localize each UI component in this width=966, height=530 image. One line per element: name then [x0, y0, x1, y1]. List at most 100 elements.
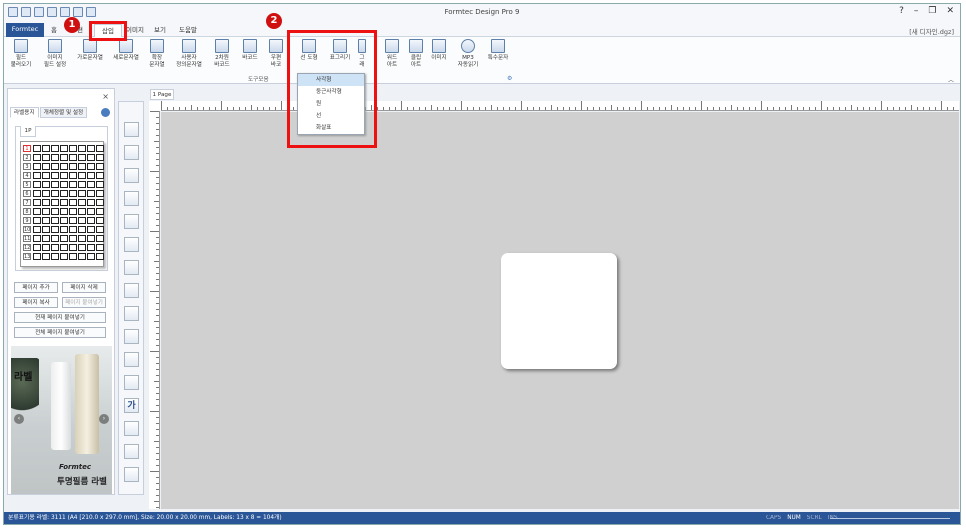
row-number[interactable]: 9 — [23, 217, 31, 224]
label-cell[interactable] — [42, 217, 50, 224]
frame-tool-icon[interactable] — [124, 191, 139, 206]
image-field-tool-icon[interactable] — [124, 168, 139, 183]
row-number[interactable]: 11 — [23, 235, 31, 242]
label-cell[interactable] — [78, 190, 86, 197]
row-number[interactable]: 4 — [23, 172, 31, 179]
label-cell[interactable] — [78, 145, 86, 152]
extended-text-button[interactable]: 확장 문자열 — [146, 39, 168, 68]
label-cell[interactable] — [51, 190, 59, 197]
label-cell[interactable] — [33, 181, 41, 188]
label-cell[interactable] — [78, 154, 86, 161]
label-cell[interactable] — [78, 163, 86, 170]
label-cell[interactable] — [78, 217, 86, 224]
graph-tool-icon[interactable] — [124, 375, 139, 390]
checkbox-tool-icon[interactable] — [124, 122, 139, 137]
label-cell[interactable] — [51, 199, 59, 206]
mp3-tool-icon[interactable] — [124, 467, 139, 482]
canvas-page-tab[interactable]: 1 Page — [150, 89, 174, 100]
picture-tool-icon[interactable] — [124, 145, 139, 160]
minimize-icon[interactable]: – — [914, 6, 919, 16]
label-cell[interactable] — [78, 181, 86, 188]
label-cell[interactable] — [33, 226, 41, 233]
label-cell[interactable] — [42, 145, 50, 152]
label-cell[interactable] — [51, 235, 59, 242]
label-cell[interactable] — [51, 163, 59, 170]
label-cell[interactable] — [51, 208, 59, 215]
barcode-button[interactable]: 바코드 — [238, 39, 262, 62]
label-cell[interactable] — [60, 190, 68, 197]
label-cell[interactable] — [96, 253, 104, 260]
label-cell[interactable] — [60, 244, 68, 251]
label-cell[interactable] — [69, 235, 77, 242]
row-number[interactable]: 10 — [23, 226, 31, 233]
panel-close-icon[interactable]: × — [102, 92, 109, 101]
label-cell[interactable] — [33, 244, 41, 251]
label-cell[interactable] — [87, 172, 95, 179]
paste-page-button[interactable]: 페이지 붙여넣기 — [62, 297, 106, 308]
label-cell[interactable] — [96, 235, 104, 242]
table-tool-icon[interactable] — [124, 352, 139, 367]
image-button[interactable]: 이미지 — [428, 39, 450, 62]
label-cell[interactable] — [60, 181, 68, 188]
ad-prev-icon[interactable]: ‹ — [14, 414, 24, 424]
row-number[interactable]: 7 — [23, 199, 31, 206]
label-cell[interactable] — [42, 199, 50, 206]
label-cell[interactable] — [51, 253, 59, 260]
label-cell[interactable] — [60, 172, 68, 179]
page-thumbnail[interactable]: 1 2 3 4 5 6 7 8 9 10 11 12 13 — [20, 141, 104, 267]
clipart-button[interactable]: 클립 아트 — [405, 39, 427, 68]
label-cell[interactable] — [96, 217, 104, 224]
tab-help[interactable]: 도움말 — [176, 24, 200, 37]
label-cell[interactable] — [96, 181, 104, 188]
row-number[interactable]: 3 — [23, 163, 31, 170]
label-cell[interactable] — [87, 208, 95, 215]
label-cell[interactable] — [78, 226, 86, 233]
postal-barcode-button[interactable]: 우편 바코 — [266, 39, 286, 68]
label-cell[interactable] — [42, 244, 50, 251]
label-cell[interactable] — [69, 172, 77, 179]
label-cell[interactable] — [42, 253, 50, 260]
postal-barcode-tool-icon[interactable] — [124, 306, 139, 321]
label-cell[interactable] — [69, 154, 77, 161]
qrcode-tool-icon[interactable] — [124, 260, 139, 275]
label-cell[interactable] — [42, 235, 50, 242]
label-cell[interactable] — [78, 208, 86, 215]
label-cell[interactable] — [87, 226, 95, 233]
label-cell[interactable] — [42, 190, 50, 197]
special-char-button[interactable]: 특수문자 — [484, 39, 512, 62]
label-cell[interactable] — [87, 154, 95, 161]
tab-home[interactable]: 홈 — [48, 24, 60, 37]
label-cell[interactable] — [33, 154, 41, 161]
ad-next-icon[interactable]: › — [99, 414, 109, 424]
advertisement-banner[interactable]: 라벨 ‹ › Formtec 투명필름 라벨 — [11, 346, 112, 494]
label-cell[interactable] — [33, 235, 41, 242]
label-cell[interactable] — [51, 154, 59, 161]
label-cell[interactable] — [87, 199, 95, 206]
label-cell[interactable] — [60, 253, 68, 260]
label-cell[interactable] — [42, 163, 50, 170]
label-cell[interactable] — [87, 190, 95, 197]
label-cell[interactable] — [96, 199, 104, 206]
label-cell[interactable] — [69, 190, 77, 197]
copy-page-button[interactable]: 페이지 복사 — [14, 297, 58, 308]
restore-icon[interactable]: ❐ — [928, 6, 936, 16]
label-cell[interactable] — [87, 217, 95, 224]
label-cell[interactable] — [42, 172, 50, 179]
help-icon[interactable]: ? — [899, 6, 904, 16]
tab-object-align[interactable]: 개체정렬 및 설정 — [39, 107, 88, 118]
label-cell[interactable] — [69, 145, 77, 152]
delete-page-button[interactable]: 페이지 삭제 — [62, 282, 106, 293]
label-cell[interactable] — [96, 172, 104, 179]
file-menu[interactable]: Formtec — [6, 23, 44, 37]
label-cell[interactable] — [51, 226, 59, 233]
clipart-tool-icon[interactable] — [124, 421, 139, 436]
label-cell[interactable] — [78, 235, 86, 242]
ribbon-expand-icon[interactable]: ⚙ — [507, 75, 512, 82]
zoom-slider[interactable] — [830, 518, 950, 519]
label-cell[interactable] — [60, 154, 68, 161]
custom-text-button[interactable]: 사용자 정의문자열 — [172, 39, 206, 68]
horizontal-text-button[interactable]: 가로문자열 — [74, 39, 106, 62]
label-cell[interactable] — [78, 172, 86, 179]
tab-label-paper[interactable]: 라벨용지 — [10, 107, 39, 118]
field-load-button[interactable]: 필드 불러오기 — [8, 39, 34, 68]
